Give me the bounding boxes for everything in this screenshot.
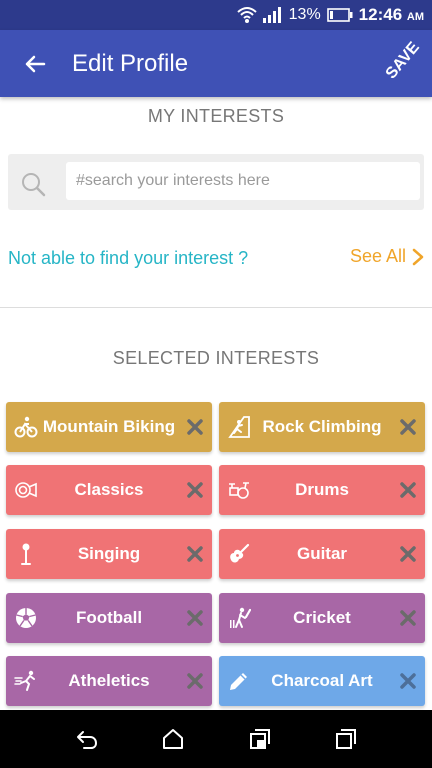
battery-percent: 13%	[288, 6, 321, 23]
interest-chip-guitar[interactable]: Guitar	[219, 529, 425, 579]
interest-chip-singing[interactable]: Singing	[6, 529, 212, 579]
chip-label: Singing	[77, 544, 141, 563]
search-icon	[22, 173, 46, 197]
soccer-ball-icon	[16, 608, 36, 628]
runner-icon	[14, 670, 35, 691]
drum-icon	[229, 482, 249, 499]
not-found-link[interactable]: Not able to find your interest ?	[8, 248, 248, 269]
see-all-label: See All	[349, 246, 406, 266]
interest-chip-cricket[interactable]: Cricket	[219, 593, 425, 643]
back-button[interactable]	[18, 47, 52, 81]
signal-icon	[262, 7, 281, 23]
chip-label: Guitar	[296, 544, 348, 563]
chip-label: Rock Climbing	[262, 417, 382, 436]
remove-icon[interactable]	[186, 418, 204, 436]
chip-label: Football	[75, 608, 143, 627]
remove-icon[interactable]	[399, 545, 417, 563]
interest-chip-drums[interactable]: Drums	[219, 465, 425, 515]
my-interests-heading: MY INTERESTS	[147, 106, 285, 126]
chevron-right-icon	[412, 248, 424, 265]
remove-icon[interactable]	[399, 609, 417, 627]
remove-icon[interactable]	[186, 481, 204, 499]
bicycle-icon	[14, 416, 38, 438]
screenshot-nav-icon[interactable]	[248, 727, 272, 751]
divider	[0, 307, 432, 308]
save-button[interactable]: SAVE	[382, 39, 423, 83]
system-nav-bar	[0, 710, 432, 768]
page-title: Edit Profile	[72, 50, 189, 77]
remove-icon[interactable]	[186, 609, 204, 627]
app-bar: Edit Profile SAVE	[0, 30, 432, 97]
remove-icon[interactable]	[399, 672, 417, 690]
chip-label: Cricket	[293, 608, 351, 627]
interest-chip-atheletics[interactable]: Atheletics	[6, 656, 212, 706]
guitar-icon	[230, 543, 250, 563]
chip-label: Mountain Biking	[42, 417, 176, 436]
recents-nav-icon[interactable]	[334, 727, 358, 751]
cricket-icon	[230, 607, 251, 628]
microphone-icon	[21, 543, 31, 565]
clock: 12:46 AM	[358, 5, 424, 24]
search-input[interactable]	[66, 162, 420, 200]
selected-interests-heading: SELECTED INTERESTS	[112, 348, 320, 368]
pencil-icon	[230, 673, 247, 690]
remove-icon[interactable]	[186, 545, 204, 563]
horn-icon	[15, 482, 37, 498]
interest-chip-football[interactable]: Football	[6, 593, 212, 643]
chip-label: Charcoal Art	[271, 671, 373, 690]
remove-icon[interactable]	[186, 672, 204, 690]
chip-label: Atheletics	[68, 671, 150, 690]
wifi-icon	[236, 7, 257, 23]
interest-chip-mountain-biking[interactable]: Mountain Biking	[6, 402, 212, 452]
status-bar: 13% 12:46 AM	[0, 0, 432, 30]
climber-icon	[228, 416, 250, 438]
interest-chip-classics[interactable]: Classics	[6, 465, 212, 515]
home-nav-icon[interactable]	[161, 727, 185, 751]
search-bar	[8, 154, 424, 210]
see-all-button[interactable]: See All	[350, 246, 424, 267]
remove-icon[interactable]	[399, 418, 417, 436]
interest-chip-rock-climbing[interactable]: Rock Climbing	[219, 402, 425, 452]
arrow-left-icon	[25, 55, 46, 73]
back-nav-icon[interactable]	[75, 727, 99, 751]
interest-chip-charcoal-art[interactable]: Charcoal Art	[219, 656, 425, 706]
remove-icon[interactable]	[399, 481, 417, 499]
battery-icon	[326, 8, 353, 22]
chip-label: Drums	[295, 480, 349, 499]
chip-label: Classics	[74, 480, 144, 499]
